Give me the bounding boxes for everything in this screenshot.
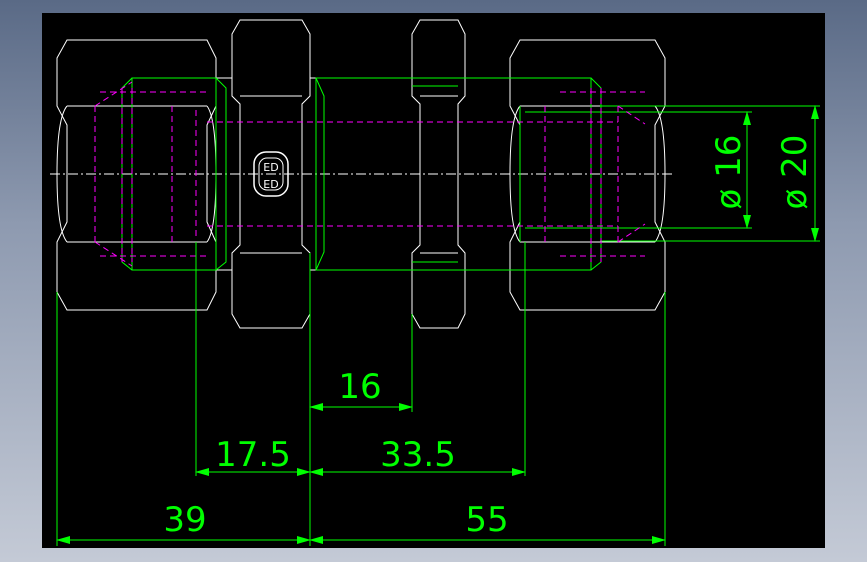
logo-text-top: ED xyxy=(263,161,278,174)
dim-17-5-label: 17.5 xyxy=(215,435,291,475)
dimensions xyxy=(56,105,819,546)
part-outline xyxy=(50,19,672,329)
dim-33-5-label: 33.5 xyxy=(380,435,456,475)
dim-16-label: 16 xyxy=(338,367,381,407)
dim-55-label: 55 xyxy=(465,500,508,540)
cad-drawing: ED ED 16 17.5 33.5 39 55 ø 16 ø 20 xyxy=(50,19,820,546)
dim-dia16-label: ø 16 xyxy=(709,135,749,210)
cad-window: ED ED 16 17.5 33.5 39 55 ø 16 ø 20 xyxy=(0,0,867,562)
dim-39-label: 39 xyxy=(163,500,206,540)
dim-dia20-label: ø 20 xyxy=(775,135,815,210)
logo-text-bottom: ED xyxy=(263,177,278,190)
